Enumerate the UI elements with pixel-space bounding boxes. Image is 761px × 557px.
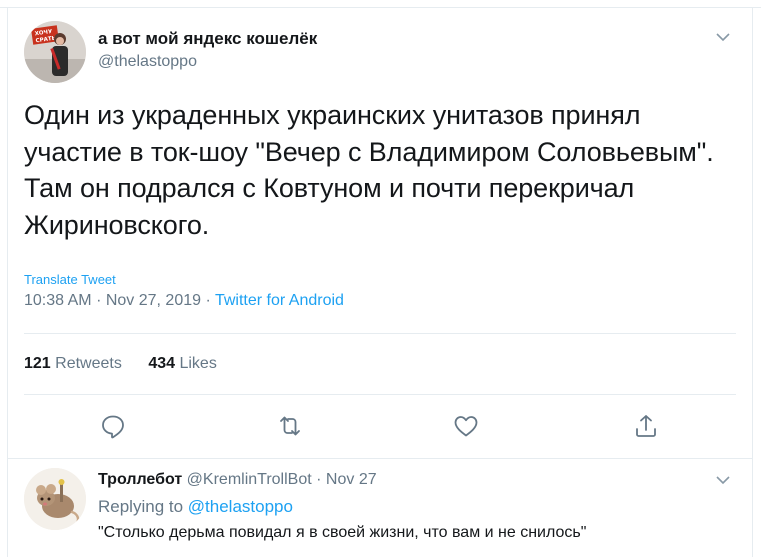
reply-text: "Столько дерьма повидал я в своей жизни,…	[98, 524, 587, 541]
tweet-text: Один из украденных украинских унитазов п…	[24, 100, 714, 240]
likes-label: Likes	[179, 355, 217, 372]
likes-stat[interactable]: 434 Likes	[148, 355, 217, 372]
reply-date[interactable]: Nov 27	[326, 471, 377, 488]
author-avatar-image: ХОЧУ СРАТЬ	[24, 21, 86, 83]
heart-icon[interactable]	[452, 412, 480, 440]
reply-icon[interactable]	[99, 412, 127, 440]
tweet-time[interactable]: 10:38 AM	[24, 292, 92, 309]
tweet-source-link[interactable]: Twitter for Android	[215, 292, 344, 309]
replying-mention-link[interactable]: @thelastoppo	[188, 497, 293, 516]
chevron-down-icon[interactable]	[715, 474, 731, 486]
reply-author-avatar[interactable]	[24, 468, 86, 530]
author-handle[interactable]: @thelastoppo	[98, 53, 197, 71]
replying-to: Replying to @thelastoppo	[98, 497, 293, 517]
reply-author-name[interactable]: Троллебот	[98, 471, 182, 488]
tweet-screenshot: ХОЧУ СРАТЬ а вот мой яндекс кошелёк @the…	[0, 0, 761, 557]
retweets-label: Retweets	[55, 355, 122, 372]
author-avatar[interactable]: ХОЧУ СРАТЬ	[24, 21, 86, 83]
meta-separator: ·	[96, 292, 102, 309]
tweet-meta: 10:38 AM · Nov 27, 2019 · Twitter for An…	[24, 292, 344, 310]
rat-avatar-image	[24, 468, 86, 530]
likes-count: 434	[148, 355, 176, 372]
replying-prefix: Replying to	[98, 497, 184, 516]
chevron-down-icon[interactable]	[715, 31, 731, 43]
author-display-name[interactable]: а вот мой яндекс кошелёк	[98, 29, 317, 49]
reply-author-handle[interactable]: @KremlinTrollBot	[187, 471, 312, 488]
divider	[24, 394, 736, 395]
divider	[7, 458, 753, 459]
share-icon[interactable]	[632, 412, 660, 440]
translate-tweet-link[interactable]: Translate Tweet	[24, 272, 116, 287]
frame-border-left	[7, 7, 8, 557]
reply-header: Троллебот @KremlinTrollBot · Nov 27	[98, 471, 377, 489]
frame-border-top	[0, 7, 761, 8]
tweet-date[interactable]: Nov 27, 2019	[106, 292, 201, 309]
frame-border-right	[752, 7, 753, 557]
meta-separator: ·	[205, 292, 211, 309]
retweet-icon[interactable]	[276, 412, 304, 440]
retweets-count: 121	[24, 355, 51, 372]
tweet-stats: 121 Retweets 434 Likes	[24, 355, 239, 373]
meta-separator: ·	[316, 471, 322, 488]
divider	[24, 333, 736, 334]
retweets-stat[interactable]: 121 Retweets	[24, 355, 126, 372]
